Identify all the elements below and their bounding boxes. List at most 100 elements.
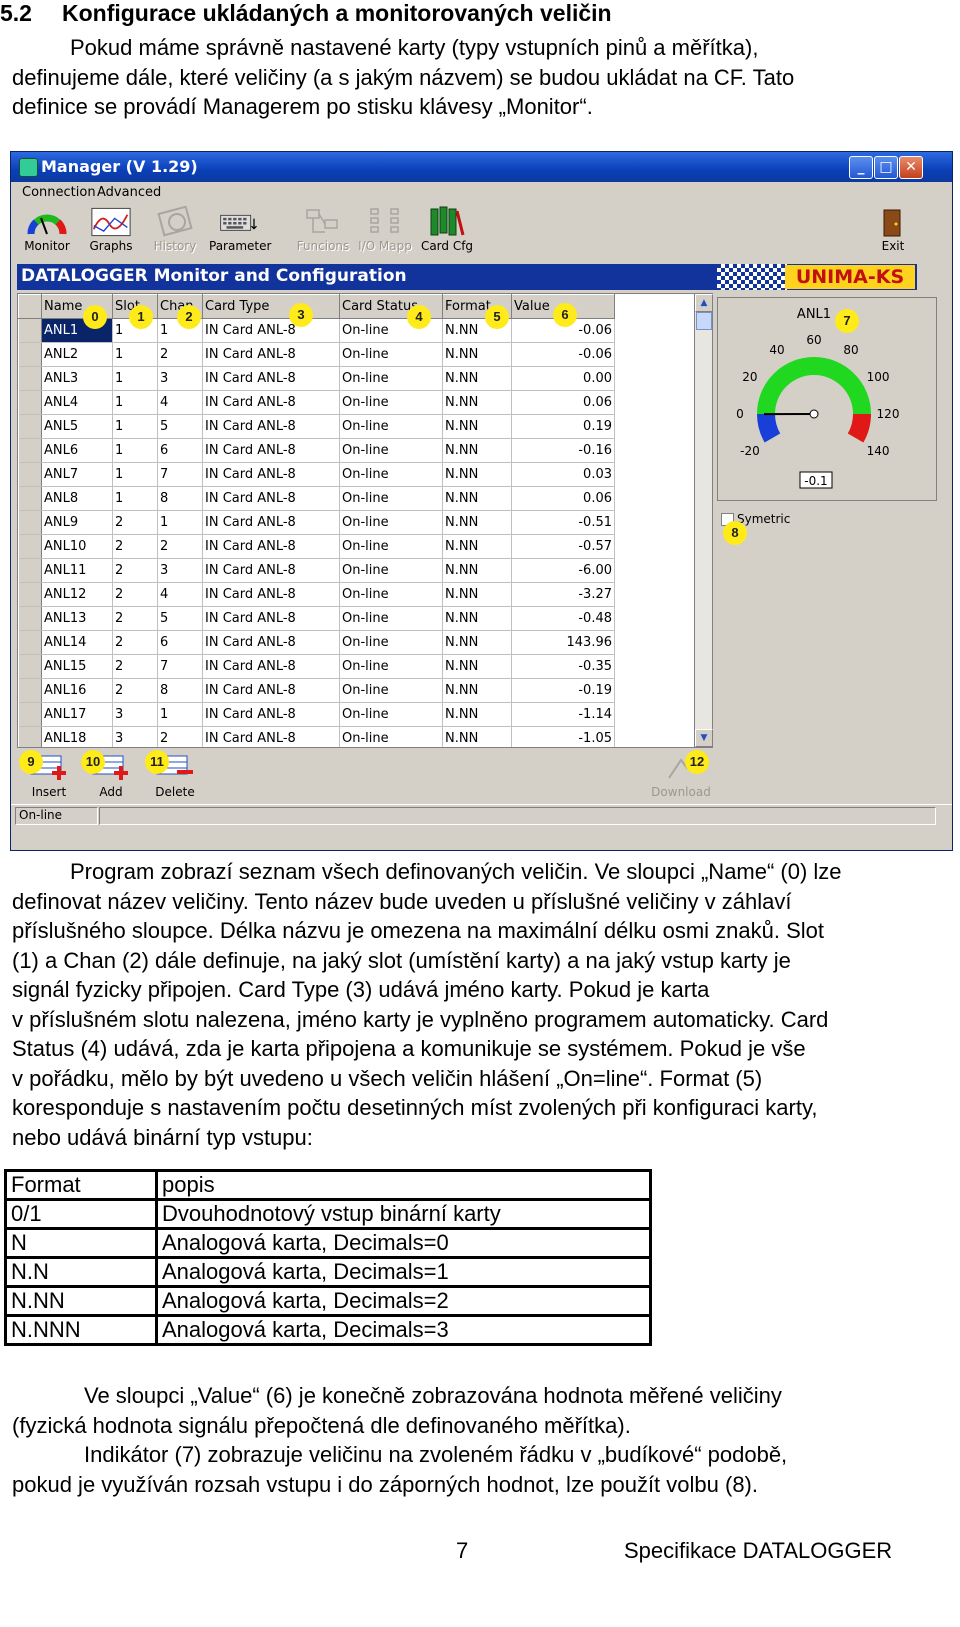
funcions-button[interactable]: Funcions: [293, 206, 353, 262]
cell-name[interactable]: ANL13: [41, 606, 113, 631]
cell-card-status[interactable]: On-line: [339, 678, 443, 703]
cell-card-status[interactable]: On-line: [339, 630, 443, 655]
cell-card-status[interactable]: On-line: [339, 438, 443, 463]
cell-card-type[interactable]: IN Card ANL-8: [202, 630, 340, 655]
cell-value[interactable]: -0.48: [511, 606, 615, 631]
cell-value[interactable]: -1.14: [511, 702, 615, 727]
row-indicator[interactable]: [18, 462, 42, 487]
cell-slot[interactable]: 3: [112, 702, 158, 727]
row-indicator[interactable]: [18, 486, 42, 511]
table-row[interactable]: ANL6 1 6 IN Card ANL-8 On-line N.NN -0.16: [18, 438, 615, 463]
cell-card-type[interactable]: IN Card ANL-8: [202, 558, 340, 583]
maximize-button[interactable]: □: [874, 156, 898, 179]
cell-card-type[interactable]: IN Card ANL-8: [202, 318, 340, 343]
cell-slot[interactable]: 1: [112, 438, 158, 463]
cell-card-status[interactable]: On-line: [339, 342, 443, 367]
cell-slot[interactable]: 2: [112, 630, 158, 655]
cell-format[interactable]: N.NN: [442, 342, 512, 367]
grid-scrollbar[interactable]: ▲ ▼: [694, 293, 713, 748]
cell-value[interactable]: 0.06: [511, 390, 615, 415]
cell-name[interactable]: ANL17: [41, 702, 113, 727]
cell-card-status[interactable]: On-line: [339, 462, 443, 487]
cell-format[interactable]: N.NN: [442, 534, 512, 559]
cell-slot[interactable]: 2: [112, 510, 158, 535]
cell-chan[interactable]: 4: [157, 390, 203, 415]
cell-card-type[interactable]: IN Card ANL-8: [202, 726, 340, 747]
cell-format[interactable]: N.NN: [442, 438, 512, 463]
cell-card-status[interactable]: On-line: [339, 702, 443, 727]
cell-slot[interactable]: 1: [112, 486, 158, 511]
cell-name[interactable]: ANL5: [41, 414, 113, 439]
table-row[interactable]: ANL5 1 5 IN Card ANL-8 On-line N.NN 0.19: [18, 414, 615, 439]
cell-value[interactable]: 0.19: [511, 414, 615, 439]
cell-format[interactable]: N.NN: [442, 678, 512, 703]
cell-value[interactable]: -0.06: [511, 342, 615, 367]
cell-name[interactable]: ANL12: [41, 582, 113, 607]
row-indicator[interactable]: [18, 582, 42, 607]
cell-card-type[interactable]: IN Card ANL-8: [202, 654, 340, 679]
minimize-button[interactable]: _: [849, 156, 873, 179]
cell-name[interactable]: ANL7: [41, 462, 113, 487]
cell-format[interactable]: N.NN: [442, 486, 512, 511]
cell-format[interactable]: N.NN: [442, 462, 512, 487]
cell-card-status[interactable]: On-line: [339, 366, 443, 391]
cell-card-type[interactable]: IN Card ANL-8: [202, 606, 340, 631]
cell-card-status[interactable]: On-line: [339, 654, 443, 679]
cell-name[interactable]: ANL18: [41, 726, 113, 747]
table-row[interactable]: ANL18 3 2 IN Card ANL-8 On-line N.NN -1.05: [18, 726, 615, 747]
cell-slot[interactable]: 3: [112, 726, 158, 747]
card-cfg-button[interactable]: Card Cfg: [417, 206, 477, 262]
table-row[interactable]: ANL11 2 3 IN Card ANL-8 On-line N.NN -6.00: [18, 558, 615, 583]
cell-card-status[interactable]: On-line: [339, 390, 443, 415]
cell-card-type[interactable]: IN Card ANL-8: [202, 678, 340, 703]
table-row[interactable]: ANL15 2 7 IN Card ANL-8 On-line N.NN -0.35: [18, 654, 615, 679]
table-row[interactable]: ANL13 2 5 IN Card ANL-8 On-line N.NN -0.48: [18, 606, 615, 631]
cell-card-status[interactable]: On-line: [339, 510, 443, 535]
menu-advanced[interactable]: Advanced: [97, 185, 161, 200]
table-row[interactable]: ANL10 2 2 IN Card ANL-8 On-line N.NN -0.57: [18, 534, 615, 559]
table-row[interactable]: ANL7 1 7 IN Card ANL-8 On-line N.NN 0.03: [18, 462, 615, 487]
history-button[interactable]: History: [145, 206, 205, 262]
cell-value[interactable]: 0.06: [511, 486, 615, 511]
table-row[interactable]: ANL12 2 4 IN Card ANL-8 On-line N.NN -3.27: [18, 582, 615, 607]
cell-chan[interactable]: 2: [157, 534, 203, 559]
cell-format[interactable]: N.NN: [442, 414, 512, 439]
cell-name[interactable]: ANL14: [41, 630, 113, 655]
cell-value[interactable]: 0.00: [511, 366, 615, 391]
cell-card-type[interactable]: IN Card ANL-8: [202, 390, 340, 415]
cell-chan[interactable]: 7: [157, 462, 203, 487]
table-row[interactable]: ANL16 2 8 IN Card ANL-8 On-line N.NN -0.19: [18, 678, 615, 703]
cell-name[interactable]: ANL8: [41, 486, 113, 511]
cell-name[interactable]: ANL11: [41, 558, 113, 583]
cell-card-type[interactable]: IN Card ANL-8: [202, 342, 340, 367]
row-indicator[interactable]: [18, 390, 42, 415]
cell-slot[interactable]: 2: [112, 606, 158, 631]
cell-card-status[interactable]: On-line: [339, 606, 443, 631]
cell-value[interactable]: -1.05: [511, 726, 615, 747]
cell-value[interactable]: 0.03: [511, 462, 615, 487]
cell-chan[interactable]: 7: [157, 654, 203, 679]
cell-chan[interactable]: 4: [157, 582, 203, 607]
cell-slot[interactable]: 2: [112, 534, 158, 559]
cell-card-type[interactable]: IN Card ANL-8: [202, 414, 340, 439]
cell-value[interactable]: -6.00: [511, 558, 615, 583]
row-indicator[interactable]: [18, 654, 42, 679]
io-mapp-button[interactable]: I/O Mapp: [355, 206, 415, 262]
cell-slot[interactable]: 2: [112, 558, 158, 583]
cell-card-type[interactable]: IN Card ANL-8: [202, 366, 340, 391]
table-row[interactable]: ANL9 2 1 IN Card ANL-8 On-line N.NN -0.51: [18, 510, 615, 535]
cell-slot[interactable]: 1: [112, 342, 158, 367]
cell-format[interactable]: N.NN: [442, 630, 512, 655]
close-button[interactable]: ✕: [899, 156, 923, 179]
table-row[interactable]: ANL17 3 1 IN Card ANL-8 On-line N.NN -1.14: [18, 702, 615, 727]
cell-chan[interactable]: 8: [157, 678, 203, 703]
row-indicator[interactable]: [18, 318, 42, 343]
row-indicator[interactable]: [18, 558, 42, 583]
cell-name[interactable]: ANL6: [41, 438, 113, 463]
menu-connection[interactable]: Connection: [22, 185, 96, 200]
scroll-thumb[interactable]: [696, 312, 712, 330]
row-indicator[interactable]: [18, 534, 42, 559]
table-row[interactable]: ANL4 1 4 IN Card ANL-8 On-line N.NN 0.06: [18, 390, 615, 415]
cell-slot[interactable]: 1: [112, 390, 158, 415]
cell-value[interactable]: -0.57: [511, 534, 615, 559]
